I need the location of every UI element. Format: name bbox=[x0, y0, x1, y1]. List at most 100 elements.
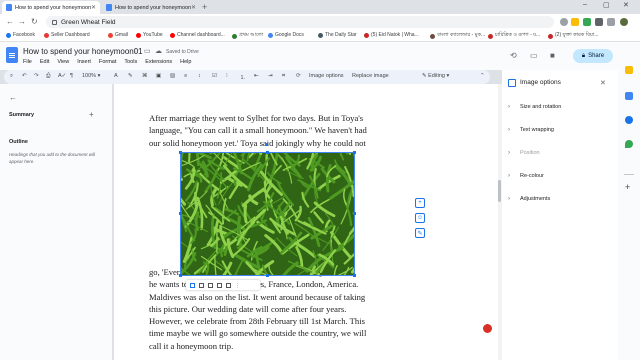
extension-icon[interactable] bbox=[583, 18, 591, 26]
resize-handle[interactable] bbox=[266, 274, 269, 277]
star-icon[interactable]: ☆ bbox=[133, 47, 139, 55]
sidepanel-icon[interactable] bbox=[607, 18, 615, 26]
explore-icon[interactable] bbox=[483, 324, 492, 333]
menu-insert[interactable]: Insert bbox=[77, 59, 91, 65]
indent-decrease-icon[interactable]: ⇤ bbox=[254, 73, 259, 79]
more-options-icon[interactable]: ⋮ bbox=[235, 283, 240, 289]
highlight-icon[interactable]: ✎ bbox=[128, 73, 133, 79]
tasks-icon[interactable] bbox=[625, 92, 633, 100]
crop-icon[interactable]: ⌗ bbox=[282, 73, 285, 80]
section-size-and-rotation[interactable]: › Size and rotation bbox=[508, 100, 612, 114]
menu-file[interactable]: File bbox=[23, 59, 32, 65]
inline-wrap-icon[interactable] bbox=[190, 282, 195, 288]
contacts-icon[interactable] bbox=[625, 116, 633, 124]
share-button[interactable]: 🔒︎ Share bbox=[573, 49, 613, 63]
document-page[interactable]: After marriage they went to Sylhet for t… bbox=[114, 84, 498, 360]
scrollbar-thumb[interactable] bbox=[498, 180, 501, 202]
bookmark-item[interactable]: Google Docs bbox=[268, 32, 304, 38]
bookmark-item[interactable]: Seller Dashboard bbox=[44, 32, 90, 38]
menu-format[interactable]: Format bbox=[99, 59, 116, 65]
checklist-icon[interactable]: ☑ bbox=[212, 73, 217, 79]
align-left-icon[interactable]: ≡ bbox=[184, 73, 187, 79]
wrap-text-icon[interactable] bbox=[199, 282, 204, 288]
cloud-saved-icon[interactable]: ☁ bbox=[155, 47, 162, 55]
text-color-icon[interactable]: A bbox=[114, 73, 118, 79]
menu-help[interactable]: Help bbox=[180, 59, 191, 65]
meet-video-icon[interactable]: ■ bbox=[550, 51, 555, 60]
close-icon[interactable]: ✕ bbox=[191, 4, 196, 11]
paragraph-before-image[interactable]: After marriage they went to Sylhet for t… bbox=[149, 112, 367, 149]
bookmark-item[interactable]: The Daily Star bbox=[318, 32, 357, 38]
bookmark-item[interactable]: Facebook bbox=[6, 32, 35, 38]
resize-handle[interactable] bbox=[179, 212, 182, 215]
editing-mode-select[interactable]: ✎ Editing ▾ bbox=[422, 73, 449, 79]
resize-handle[interactable] bbox=[353, 151, 356, 154]
search-menus-icon[interactable]: ⌕ bbox=[10, 73, 13, 80]
section-text-wrapping[interactable]: › Text wrapping bbox=[508, 123, 612, 137]
resize-handle[interactable] bbox=[353, 274, 356, 277]
insert-image-icon[interactable]: ▨ bbox=[170, 73, 175, 79]
bookmark-star-icon[interactable] bbox=[571, 18, 579, 26]
bookmark-item[interactable]: চারিত্রিক ও রূপগ - য... bbox=[488, 32, 540, 40]
wheat-field-image[interactable] bbox=[180, 152, 355, 276]
bookmark-item[interactable]: YouTube bbox=[136, 32, 163, 38]
suggest-edit-icon[interactable]: ✎ bbox=[415, 228, 425, 238]
undo-icon[interactable]: ↶ bbox=[22, 73, 27, 79]
print-icon[interactable]: ⎙ bbox=[46, 73, 50, 80]
new-tab-button[interactable]: + bbox=[202, 2, 207, 12]
indent-increase-icon[interactable]: ⇥ bbox=[268, 73, 273, 79]
link-icon[interactable]: ⌘ bbox=[142, 73, 148, 79]
close-icon[interactable]: ✕ bbox=[91, 4, 96, 11]
bookmark-item[interactable]: বাংলা ক্যালেন্ডার - মুক... bbox=[430, 32, 485, 40]
forward-icon[interactable]: → bbox=[18, 17, 26, 26]
paint-format-icon[interactable]: ¶ bbox=[70, 73, 73, 79]
maps-icon[interactable] bbox=[625, 140, 633, 148]
resize-handle[interactable] bbox=[266, 151, 269, 154]
bookmark-item[interactable]: Channel dashboard... bbox=[170, 32, 225, 38]
collapse-toolbar-icon[interactable]: ⌃ bbox=[480, 73, 485, 79]
bookmark-item[interactable]: Gmail bbox=[108, 32, 128, 38]
back-icon[interactable]: ← bbox=[6, 17, 14, 26]
tab-inactive[interactable]: How to spend your honeymoon01 ✕ bbox=[102, 1, 200, 14]
bullet-list-icon[interactable]: ⁝ bbox=[226, 73, 228, 79]
spellcheck-icon[interactable]: A✓ bbox=[58, 73, 66, 79]
back-arrow-icon[interactable]: ← bbox=[9, 93, 17, 102]
reset-image-icon[interactable]: ⟳ bbox=[296, 73, 301, 79]
break-text-icon[interactable] bbox=[208, 282, 213, 288]
minimize-button[interactable]: – bbox=[583, 1, 587, 8]
omnibox[interactable]: Green Wheat Field bbox=[46, 16, 554, 28]
share-page-icon[interactable] bbox=[560, 18, 568, 26]
menu-tools[interactable]: Tools bbox=[124, 59, 137, 65]
replace-image-button[interactable]: Replace image bbox=[352, 73, 389, 79]
add-comment-icon[interactable]: ▣ bbox=[156, 73, 161, 79]
close-panel-button[interactable]: ✕ bbox=[600, 79, 606, 87]
profile-avatar[interactable] bbox=[620, 18, 628, 26]
image-options-button[interactable]: Image options bbox=[309, 73, 344, 79]
menu-edit[interactable]: Edit bbox=[40, 59, 49, 65]
front-text-icon[interactable] bbox=[226, 282, 231, 288]
keep-icon[interactable] bbox=[625, 66, 633, 74]
behind-text-icon[interactable] bbox=[217, 282, 222, 288]
add-comment-icon[interactable]: + bbox=[415, 198, 425, 208]
menu-extensions[interactable]: Extensions bbox=[145, 59, 172, 65]
section-re-colour[interactable]: › Re-colour bbox=[508, 169, 612, 183]
docs-logo-icon[interactable] bbox=[6, 47, 18, 63]
bookmark-item[interactable]: (2) যুক্তা কারক বিয়া... bbox=[548, 32, 598, 40]
close-window-button[interactable]: ✕ bbox=[623, 1, 629, 9]
emoji-icon[interactable]: ☺ bbox=[415, 213, 425, 223]
resize-handle[interactable] bbox=[179, 274, 182, 277]
bookmark-item[interactable]: প্রথম আলো bbox=[232, 32, 263, 40]
paragraph-after-image[interactable]: go, 'Every time ........................… bbox=[149, 266, 366, 352]
line-spacing-icon[interactable]: ↕ bbox=[198, 73, 201, 79]
numbered-list-icon[interactable]: ⒈ bbox=[240, 73, 246, 81]
add-summary-button[interactable]: + bbox=[89, 110, 94, 119]
history-icon[interactable]: ⟲ bbox=[510, 51, 517, 60]
rotate-handle[interactable] bbox=[265, 143, 268, 146]
resize-handle[interactable] bbox=[353, 212, 356, 215]
extensions-puzzle-icon[interactable] bbox=[595, 18, 603, 26]
reload-icon[interactable]: ↻ bbox=[31, 17, 38, 26]
menu-view[interactable]: View bbox=[57, 59, 69, 65]
add-addon-icon[interactable]: + bbox=[625, 182, 630, 192]
section-adjustments[interactable]: › Adjustments bbox=[508, 192, 612, 206]
resize-handle[interactable] bbox=[179, 151, 182, 154]
